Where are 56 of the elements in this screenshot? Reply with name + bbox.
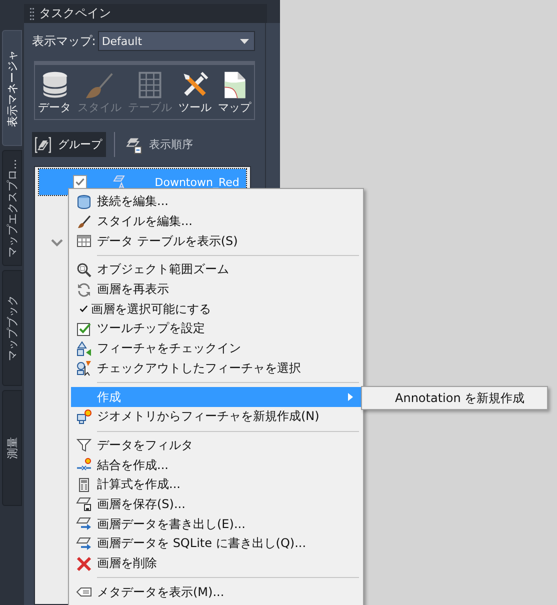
draw-order-icon: [124, 136, 143, 154]
menu-item[interactable]: 画層データを書き出し(E)...: [71, 514, 361, 534]
toolbar-button[interactable]: ツール: [178, 70, 212, 114]
save-layer-icon: [76, 496, 92, 512]
menu-item[interactable]: データ テーブルを表示(S): [71, 231, 361, 252]
dropdown-arrow-icon: [240, 38, 250, 44]
zoom-icon: [76, 262, 92, 278]
menu-item[interactable]: 画層を再表示: [71, 280, 361, 300]
export-layer-icon: [76, 516, 92, 532]
group-icon: [34, 136, 52, 154]
toolbar-button[interactable]: データ: [38, 70, 71, 114]
menu-item[interactable]: 画層を保存(S)...: [71, 494, 361, 514]
check-in-icon: [76, 340, 92, 357]
menu-item[interactable]: 結合を作成...: [71, 455, 361, 475]
layer-name: Downtown_Red: [154, 176, 240, 188]
map-label: 表示マップ:: [32, 32, 96, 50]
menu-item[interactable]: ジオメトリからフィーチャを新規作成(N): [71, 406, 361, 427]
map-dropdown[interactable]: Default: [98, 31, 256, 51]
check-out-icon: [76, 360, 92, 376]
menu-item[interactable]: データをフィルタ: [71, 436, 361, 456]
check-icon: [74, 177, 85, 187]
annotation-layer-icon: [110, 174, 127, 190]
pane-title: タスクペイン: [38, 5, 111, 22]
menu-item[interactable]: フィーチャをチェックイン: [71, 338, 361, 358]
filter-icon: [76, 437, 92, 454]
menu-item[interactable]: 画層データを SQLite に書き出し(Q)...: [71, 534, 361, 554]
menu-item[interactable]: 計算式を作成...: [71, 474, 361, 495]
menu-item[interactable]: メタデータを表示(M)...: [71, 582, 361, 602]
menu-item[interactable]: 接続を編集...: [71, 192, 361, 212]
refresh-icon: [76, 282, 92, 298]
menu-item[interactable]: 画層を選択可能にする: [71, 299, 361, 320]
menu-item[interactable]: Annotation を新規作成: [362, 390, 547, 406]
database-icon: [76, 194, 92, 210]
menu-item[interactable]: オブジェクト範囲ズーム: [71, 260, 361, 280]
new-feature-icon: [76, 408, 92, 425]
toolbar-button[interactable]: マップ: [218, 70, 251, 114]
menu-item[interactable]: ツールチップを設定: [71, 319, 361, 339]
grip-icon[interactable]: [30, 8, 34, 20]
side-tab[interactable]: マップエクスプロ...: [2, 150, 22, 266]
checkbox[interactable]: [72, 175, 87, 189]
database-icon: [40, 70, 70, 100]
table-icon: [76, 233, 92, 250]
view-tab[interactable]: 表示順序: [114, 132, 197, 157]
menu-item[interactable]: チェックアウトしたフィーチャを選択: [71, 358, 361, 378]
calculator-icon: [76, 476, 92, 493]
menu-item[interactable]: スタイルを編集...: [71, 212, 361, 232]
side-tab[interactable]: 測量: [2, 390, 22, 506]
checkbox-icon: [76, 320, 92, 337]
export-layer-icon: [76, 536, 92, 552]
brush-icon: [76, 214, 92, 230]
view-tab[interactable]: グループ: [32, 132, 106, 157]
expand-icon[interactable]: [50, 239, 63, 247]
side-tab[interactable]: マップブック: [2, 270, 22, 386]
side-tab[interactable]: 表示マネージャ: [2, 30, 22, 146]
menu-item[interactable]: 画層を削除: [71, 554, 361, 574]
delete-icon: [76, 556, 92, 572]
